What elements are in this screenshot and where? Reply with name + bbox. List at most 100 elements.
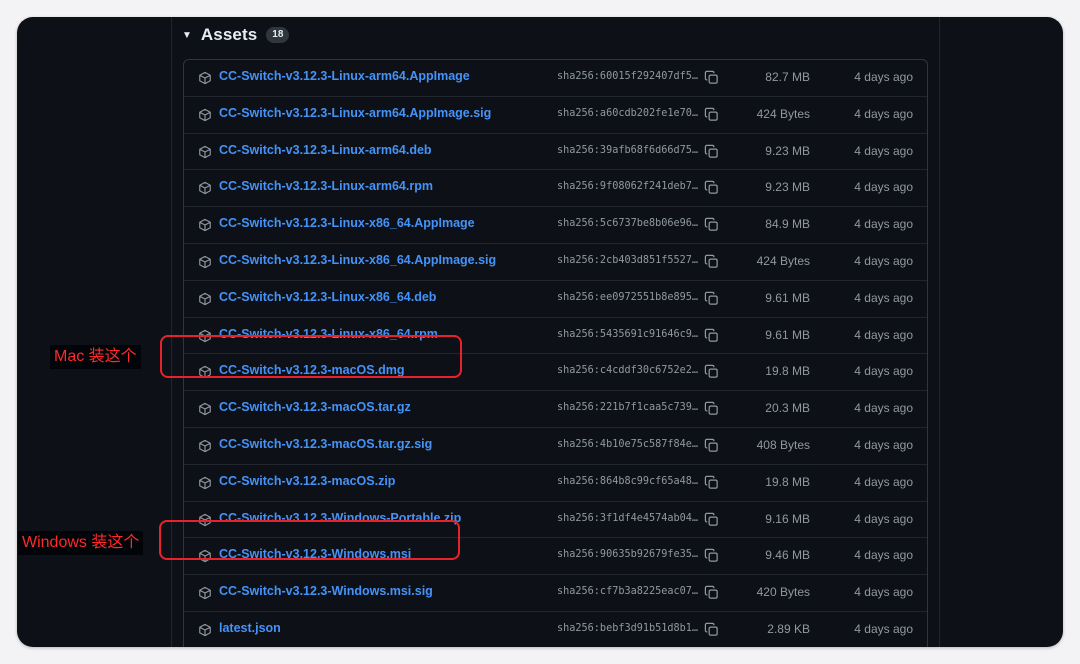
asset-sha256: sha256:c4cddf30c6752e2… bbox=[557, 365, 699, 377]
package-icon bbox=[198, 255, 212, 269]
asset-size: 19.8 MB bbox=[765, 474, 810, 489]
copy-icon[interactable] bbox=[704, 585, 719, 600]
asset-download-link[interactable]: CC-Switch-v3.12.3-Linux-arm64.AppImage bbox=[219, 69, 470, 83]
asset-row: CC-Switch-v3.12.3-Linux-x86_64.deb sha256… bbox=[184, 281, 927, 318]
asset-download-link[interactable]: CC-Switch-v3.12.3-Linux-x86_64.AppImage bbox=[219, 216, 475, 230]
copy-icon[interactable] bbox=[704, 364, 719, 379]
asset-row: CC-Switch-v3.12.3-Windows.msi.sig sha256:… bbox=[184, 575, 927, 612]
assets-title: Assets bbox=[200, 25, 258, 44]
asset-size: 82.7 MB bbox=[765, 70, 810, 84]
asset-sha256: sha256:a60cdb202fe1e70… bbox=[557, 107, 699, 119]
asset-sha256: sha256:ee0972551b8e895… bbox=[557, 291, 699, 303]
asset-download-link[interactable]: CC-Switch-v3.12.3-macOS.tar.gz bbox=[219, 400, 411, 414]
copy-icon[interactable] bbox=[704, 70, 719, 85]
asset-sha256: sha256:bebf3d91b51d8b1… bbox=[557, 622, 699, 634]
asset-size: 9.61 MB bbox=[765, 290, 810, 305]
package-icon bbox=[198, 71, 212, 85]
asset-size: 9.61 MB bbox=[765, 327, 810, 342]
asset-size: 424 Bytes bbox=[756, 106, 810, 121]
copy-icon[interactable] bbox=[704, 548, 719, 563]
asset-sha256: sha256:2cb403d851f5527… bbox=[557, 254, 699, 266]
asset-date: 4 days ago bbox=[854, 585, 913, 600]
asset-size: 20.3 MB bbox=[765, 401, 810, 416]
asset-sha256: sha256:221b7f1caa5c739… bbox=[557, 402, 699, 414]
copy-icon[interactable] bbox=[704, 512, 719, 527]
asset-date: 4 days ago bbox=[854, 70, 913, 84]
asset-row: CC-Switch-v3.12.3-Linux-x86_64.AppImage.… bbox=[184, 244, 927, 281]
column-divider-right bbox=[939, 17, 940, 647]
asset-download-link[interactable]: CC-Switch-v3.12.3-macOS.zip bbox=[219, 474, 395, 488]
package-icon bbox=[198, 108, 212, 122]
copy-icon[interactable] bbox=[704, 144, 719, 159]
asset-download-link[interactable]: CC-Switch-v3.12.3-Linux-arm64.rpm bbox=[219, 179, 433, 193]
copy-icon[interactable] bbox=[704, 217, 719, 232]
assets-section-toggle[interactable]: ▼ Assets 18 bbox=[182, 23, 290, 47]
package-icon bbox=[198, 145, 212, 159]
asset-sha256: sha256:5435691c91646c9… bbox=[557, 328, 699, 340]
asset-date: 4 days ago bbox=[854, 106, 913, 121]
asset-row: CC-Switch-v3.12.3-Linux-x86_64.AppImage s… bbox=[184, 207, 927, 244]
asset-row: CC-Switch-v3.12.3-macOS.tar.gz.sig sha256… bbox=[184, 428, 927, 465]
asset-date: 4 days ago bbox=[854, 290, 913, 305]
package-icon bbox=[198, 623, 212, 637]
asset-date: 4 days ago bbox=[854, 621, 913, 636]
asset-sha256: sha256:3f1df4e4574ab04… bbox=[557, 512, 699, 524]
asset-sha256: sha256:cf7b3a8225eac07… bbox=[557, 586, 699, 598]
asset-download-link[interactable]: CC-Switch-v3.12.3-Linux-x86_64.deb bbox=[219, 290, 436, 304]
asset-date: 4 days ago bbox=[854, 143, 913, 158]
assets-count-badge: 18 bbox=[266, 27, 290, 43]
copy-icon[interactable] bbox=[704, 180, 719, 195]
asset-size: 9.23 MB bbox=[765, 180, 810, 195]
triangle-down-icon[interactable]: ▼ bbox=[182, 30, 192, 41]
asset-row: CC-Switch-v3.12.3-Linux-arm64.AppImage.s… bbox=[184, 97, 927, 134]
asset-download-link[interactable]: latest.json bbox=[219, 621, 281, 635]
asset-sha256: sha256:4b10e75c587f84e… bbox=[557, 438, 699, 450]
mac-annotation-label: Mac 装这个 bbox=[50, 345, 141, 369]
asset-date: 4 days ago bbox=[854, 511, 913, 526]
copy-icon[interactable] bbox=[704, 622, 719, 637]
asset-size: 84.9 MB bbox=[765, 217, 810, 232]
asset-date: 4 days ago bbox=[854, 217, 913, 232]
windows-annotation-label: Windows 装这个 bbox=[18, 531, 144, 555]
package-icon bbox=[198, 586, 212, 600]
asset-size: 19.8 MB bbox=[765, 364, 810, 379]
asset-date: 4 days ago bbox=[854, 437, 913, 452]
asset-row: CC-Switch-v3.12.3-macOS.zip sha256:864b8c… bbox=[184, 465, 927, 502]
asset-size: 408 Bytes bbox=[756, 437, 810, 452]
windows-highlight-box bbox=[159, 520, 460, 560]
asset-date: 4 days ago bbox=[854, 401, 913, 416]
asset-size: 420 Bytes bbox=[756, 585, 810, 600]
copy-icon[interactable] bbox=[704, 254, 719, 269]
package-icon bbox=[198, 402, 212, 416]
asset-download-link[interactable]: CC-Switch-v3.12.3-Linux-arm64.AppImage.s… bbox=[219, 106, 491, 120]
copy-icon[interactable] bbox=[704, 475, 719, 490]
copy-icon[interactable] bbox=[704, 401, 719, 416]
asset-row: CC-Switch-v3.12.3-macOS.tar.gz sha256:221… bbox=[184, 391, 927, 428]
asset-size: 2.89 KB bbox=[767, 621, 810, 636]
package-icon bbox=[198, 181, 212, 195]
asset-download-link[interactable]: CC-Switch-v3.12.3-Linux-arm64.deb bbox=[219, 143, 432, 157]
copy-icon[interactable] bbox=[704, 328, 719, 343]
asset-date: 4 days ago bbox=[854, 364, 913, 379]
copy-icon[interactable] bbox=[704, 438, 719, 453]
asset-download-link[interactable]: CC-Switch-v3.12.3-Windows.msi.sig bbox=[219, 584, 433, 598]
asset-size: 424 Bytes bbox=[756, 253, 810, 268]
asset-row: CC-Switch-v3.12.3-Linux-arm64.AppImage sh… bbox=[184, 60, 927, 97]
asset-size: 9.16 MB bbox=[765, 511, 810, 526]
asset-sha256: sha256:9f08062f241deb7… bbox=[557, 181, 699, 193]
asset-row: CC-Switch-v3.12.3-Linux-arm64.rpm sha256:… bbox=[184, 170, 927, 208]
asset-sha256: sha256:60015f292407df5… bbox=[557, 71, 699, 82]
copy-icon[interactable] bbox=[704, 107, 719, 122]
asset-sha256: sha256:39afb68f6d66d75… bbox=[557, 144, 699, 156]
package-icon bbox=[198, 218, 212, 232]
asset-row: CC-Switch-v3.12.3-Linux-arm64.deb sha256:… bbox=[184, 134, 927, 171]
copy-icon[interactable] bbox=[704, 291, 719, 306]
asset-sha256: sha256:864b8c99cf65a48… bbox=[557, 475, 699, 487]
asset-size: 9.23 MB bbox=[765, 143, 810, 158]
asset-row: latest.json sha256:bebf3d91b51d8b1… 2.89 K… bbox=[184, 612, 927, 647]
asset-sha256: sha256:90635b92679fe35… bbox=[557, 549, 699, 561]
package-icon bbox=[198, 439, 212, 453]
asset-download-link[interactable]: CC-Switch-v3.12.3-macOS.tar.gz.sig bbox=[219, 437, 432, 451]
package-icon bbox=[198, 476, 212, 490]
asset-download-link[interactable]: CC-Switch-v3.12.3-Linux-x86_64.AppImage.… bbox=[219, 253, 496, 267]
